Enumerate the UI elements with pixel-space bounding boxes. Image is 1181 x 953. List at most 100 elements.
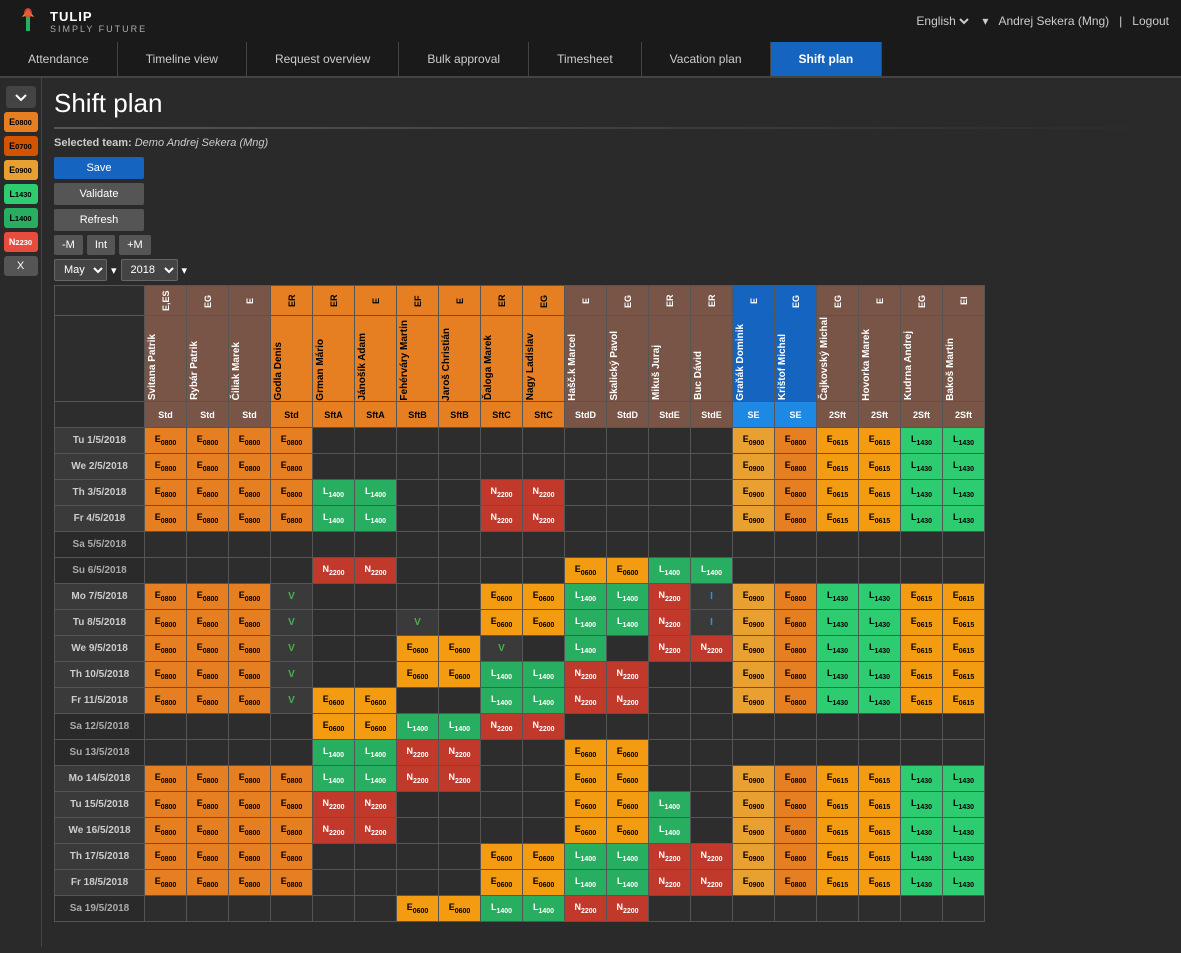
shift-cell[interactable]: E0615 [901, 688, 943, 714]
shift-cell[interactable]: L1430 [943, 870, 985, 896]
shift-cell[interactable]: E0600 [397, 636, 439, 662]
shift-cell[interactable]: L1430 [817, 610, 859, 636]
shift-cell[interactable] [649, 688, 691, 714]
shift-cell[interactable]: E0615 [817, 428, 859, 454]
shift-cell[interactable] [481, 740, 523, 766]
shift-cell[interactable]: E0800 [775, 636, 817, 662]
shift-cell[interactable] [523, 636, 565, 662]
shift-cell[interactable]: E0900 [733, 844, 775, 870]
shift-cell[interactable]: L1400 [355, 766, 397, 792]
shift-cell[interactable]: E0800 [145, 584, 187, 610]
shift-cell[interactable]: L1430 [901, 870, 943, 896]
shift-cell[interactable] [523, 818, 565, 844]
shift-cell[interactable]: N2200 [565, 688, 607, 714]
shift-cell[interactable]: E0800 [271, 480, 313, 506]
shift-badge-e0800[interactable]: E0800 [4, 112, 38, 132]
shift-cell[interactable] [607, 480, 649, 506]
shift-cell[interactable]: N2200 [565, 662, 607, 688]
shift-cell[interactable]: E0900 [733, 766, 775, 792]
shift-cell[interactable]: E0800 [187, 610, 229, 636]
shift-cell[interactable]: E0615 [859, 844, 901, 870]
shift-cell[interactable]: E0900 [733, 506, 775, 532]
shift-cell[interactable]: E0600 [355, 688, 397, 714]
shift-cell[interactable] [523, 558, 565, 584]
shift-cell[interactable] [691, 688, 733, 714]
shift-cell[interactable] [565, 480, 607, 506]
shift-cell[interactable] [439, 480, 481, 506]
shift-cell[interactable]: E0800 [187, 636, 229, 662]
shift-cell[interactable]: E0800 [145, 792, 187, 818]
shift-cell[interactable] [691, 532, 733, 558]
shift-cell[interactable]: L1400 [439, 714, 481, 740]
shift-cell[interactable]: L1430 [943, 766, 985, 792]
shift-cell[interactable]: L1400 [481, 896, 523, 922]
shift-cell[interactable] [691, 740, 733, 766]
shift-cell[interactable] [397, 532, 439, 558]
shift-cell[interactable] [439, 454, 481, 480]
shift-cell[interactable] [229, 896, 271, 922]
shift-cell[interactable]: E0800 [271, 844, 313, 870]
shift-cell[interactable] [145, 558, 187, 584]
shift-cell[interactable] [859, 740, 901, 766]
shift-cell[interactable]: E0800 [145, 844, 187, 870]
shift-cell[interactable]: E0800 [145, 636, 187, 662]
shift-cell[interactable]: E0615 [817, 870, 859, 896]
shift-cell[interactable] [439, 844, 481, 870]
shift-cell[interactable]: E0900 [733, 454, 775, 480]
shift-cell[interactable] [733, 740, 775, 766]
shift-cell[interactable] [229, 532, 271, 558]
shift-cell[interactable]: E0800 [775, 506, 817, 532]
shift-badge-e0900[interactable]: E0900 [4, 160, 38, 180]
minus-m-button[interactable]: -M [54, 235, 83, 255]
shift-cell[interactable]: L1430 [901, 844, 943, 870]
shift-cell[interactable]: E0600 [439, 896, 481, 922]
shift-cell[interactable]: N2200 [397, 740, 439, 766]
shift-cell[interactable] [481, 454, 523, 480]
shift-cell[interactable]: E0800 [145, 818, 187, 844]
shift-cell[interactable]: E0600 [439, 636, 481, 662]
shift-cell[interactable] [901, 740, 943, 766]
shift-cell[interactable]: L1400 [313, 766, 355, 792]
shift-cell[interactable] [397, 558, 439, 584]
shift-cell[interactable] [565, 454, 607, 480]
shift-cell[interactable] [229, 558, 271, 584]
shift-cell[interactable]: E0600 [481, 610, 523, 636]
shift-cell[interactable]: E0800 [775, 870, 817, 896]
shift-cell[interactable] [481, 792, 523, 818]
shift-cell[interactable]: E0615 [901, 584, 943, 610]
shift-cell[interactable]: E0600 [607, 792, 649, 818]
shift-cell[interactable]: E0615 [859, 766, 901, 792]
shift-cell[interactable] [691, 766, 733, 792]
shift-cell[interactable] [859, 532, 901, 558]
shift-cell[interactable]: E0800 [229, 844, 271, 870]
shift-cell[interactable] [313, 896, 355, 922]
shift-cell[interactable]: V [271, 662, 313, 688]
shift-cell[interactable]: E0800 [145, 766, 187, 792]
shift-cell[interactable] [271, 532, 313, 558]
shift-cell[interactable]: L1400 [691, 558, 733, 584]
shift-cell[interactable]: L1400 [649, 792, 691, 818]
shift-cell[interactable]: L1400 [481, 662, 523, 688]
shift-cell[interactable]: E0600 [313, 688, 355, 714]
shift-cell[interactable]: L1430 [901, 428, 943, 454]
shift-cell[interactable] [775, 532, 817, 558]
shift-cell[interactable]: E0800 [187, 428, 229, 454]
shift-cell[interactable] [649, 714, 691, 740]
shift-cell[interactable]: E0900 [733, 636, 775, 662]
shift-cell[interactable]: E0600 [523, 844, 565, 870]
shift-cell[interactable]: N2200 [565, 896, 607, 922]
tab-vacation[interactable]: Vacation plan [642, 42, 771, 76]
shift-cell[interactable]: V [271, 688, 313, 714]
shift-cell[interactable]: E0615 [817, 792, 859, 818]
shift-cell[interactable] [229, 714, 271, 740]
shift-cell[interactable]: L1430 [943, 844, 985, 870]
shift-cell[interactable] [565, 532, 607, 558]
shift-cell[interactable]: L1430 [901, 480, 943, 506]
shift-cell[interactable]: E0600 [565, 792, 607, 818]
shift-cell[interactable] [355, 896, 397, 922]
shift-cell[interactable] [817, 740, 859, 766]
shift-cell[interactable] [691, 480, 733, 506]
shift-cell[interactable] [355, 610, 397, 636]
shift-cell[interactable]: N2200 [313, 558, 355, 584]
shift-cell[interactable]: N2200 [607, 896, 649, 922]
